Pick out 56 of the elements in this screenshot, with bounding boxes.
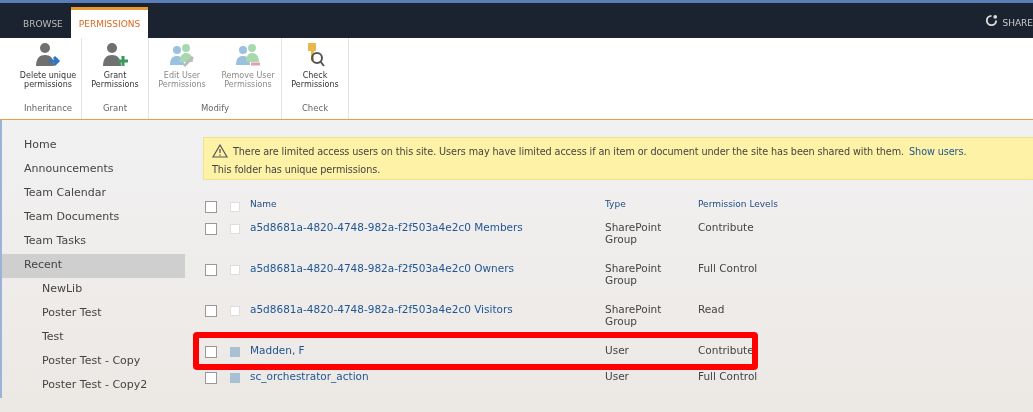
user-icon: [230, 373, 240, 383]
principal-link[interactable]: Madden, F: [250, 344, 605, 356]
row-checkbox[interactable]: [205, 223, 217, 235]
users-pencil-icon: [167, 42, 197, 68]
ribbon-button[interactable]: Grant Permissions: [82, 38, 148, 101]
nav-link[interactable]: Team Tasks: [2, 230, 185, 254]
ribbon-group-label: Modify: [200, 102, 230, 115]
column-header[interactable]: Type: [605, 199, 698, 209]
table-cell-text: SharePoint Group: [605, 221, 663, 245]
user-icon: [230, 347, 240, 357]
table-cell-text: SharePoint Group: [605, 303, 663, 327]
nav-link[interactable]: NewLib: [2, 278, 185, 302]
principal-link[interactable]: a5d8681a-4820-4748-982a-f2f503a4e2c0 Visitors: [250, 303, 605, 315]
ribbon-button[interactable]: Check Permissions: [282, 38, 348, 101]
principal-link[interactable]: a5d8681a-4820-4748-982a-f2f503a4e2c0 Members: [250, 221, 605, 233]
ribbon-tab[interactable]: BROWSE: [15, 10, 71, 38]
warning-icon: [212, 144, 228, 158]
column-header[interactable]: Permission Levels: [698, 199, 818, 209]
table-cell-text: Contribute: [698, 344, 755, 356]
row-checkbox[interactable]: [205, 264, 217, 276]
nav-link[interactable]: Team Calendar: [2, 182, 185, 206]
user-plus-icon: [100, 42, 130, 68]
nav-link[interactable]: Recent: [2, 254, 185, 278]
user-arrow-icon: [33, 42, 63, 68]
share-button[interactable]: SHARE: [1002, 18, 1033, 38]
select-all-checkbox[interactable]: [205, 201, 217, 213]
nav-link[interactable]: Poster Test: [2, 302, 185, 326]
nav-link[interactable]: Test: [2, 326, 185, 350]
row-checkbox[interactable]: [205, 305, 217, 317]
nav-link[interactable]: Announcements: [2, 158, 185, 182]
column-header[interactable]: Name: [250, 199, 605, 209]
status-message: This folder has unique permissions.: [212, 164, 382, 175]
table-cell-text: Full Control: [698, 370, 759, 382]
show-users-link[interactable]: Show users.: [909, 145, 967, 157]
share-icon[interactable]: [985, 14, 999, 27]
table-cell-text: User: [605, 344, 630, 356]
ribbon-tab[interactable]: PERMISSIONS: [70, 7, 149, 38]
table-cell-text: SharePoint Group: [605, 262, 663, 286]
table-cell-text: User: [605, 370, 630, 382]
nav-link[interactable]: Home: [2, 134, 185, 158]
ribbon-button[interactable]: Delete unique permissions: [15, 38, 81, 101]
nav-link[interactable]: Poster Test - Copy2: [2, 374, 185, 398]
row-checkbox[interactable]: [205, 372, 217, 384]
ribbon-group-label: Check: [301, 102, 329, 115]
nav-link[interactable]: Team Documents: [2, 206, 185, 230]
principal-link[interactable]: a5d8681a-4820-4748-982a-f2f503a4e2c0 Owners: [250, 262, 605, 274]
table-cell-text: Contribute: [698, 221, 755, 233]
table-cell-text: Full Control: [698, 262, 759, 274]
ribbon-group-label: Inheritance: [23, 102, 73, 115]
notice-message: There are limited access users on this site. Users may have limited access if an item or document under the site has been shared with them.: [233, 145, 905, 157]
table-cell-text: Read: [698, 303, 726, 315]
principal-link[interactable]: sc_orchestrator_action: [250, 370, 605, 382]
ribbon-group-label: Grant: [103, 102, 127, 115]
nav-link[interactable]: Poster Test - Copy: [2, 350, 185, 374]
row-checkbox[interactable]: [205, 346, 217, 358]
users-minus-icon: [233, 42, 263, 68]
